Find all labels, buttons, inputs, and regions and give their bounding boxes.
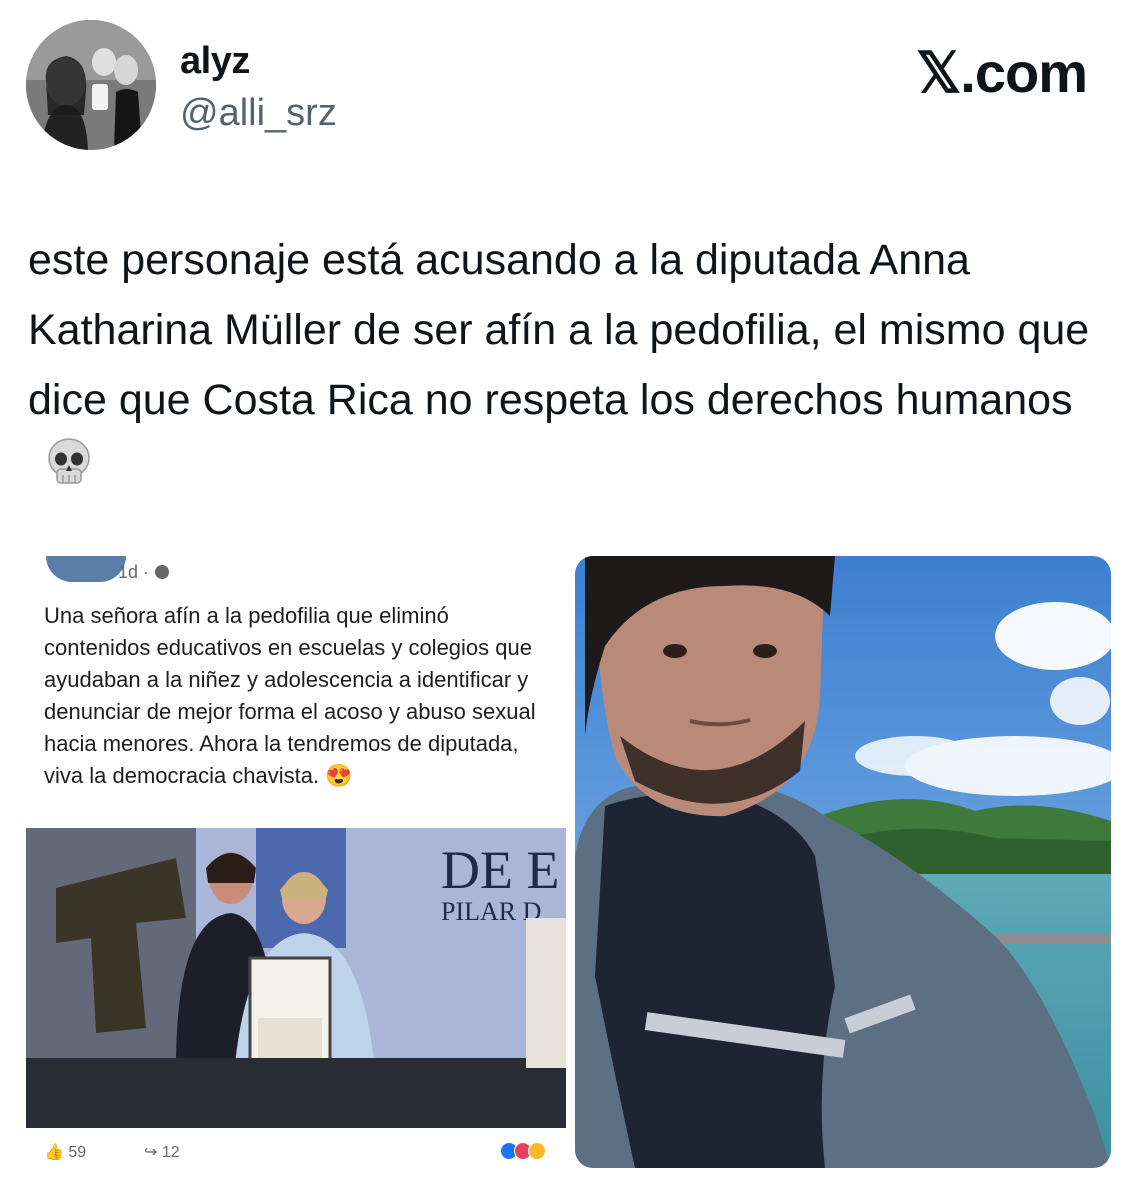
tweet-body: este personaje está acusando a la diputa… [28, 236, 1090, 424]
reactions-icon [500, 1142, 546, 1165]
selfie-photo[interactable] [575, 556, 1111, 1168]
share-button[interactable]: ↪ 12 [144, 1142, 180, 1162]
post-body-text: Una señora afín a la pedofilia que elimi… [44, 603, 536, 788]
user-handle[interactable]: @alli_srz [180, 92, 337, 135]
tweet-text: este personaje está acusando a la diputa… [28, 225, 1118, 510]
embedded-post-screenshot[interactable]: 1d · Una señora afín a la pedofilia que … [26, 556, 566, 1168]
profile-avatar[interactable] [26, 20, 156, 150]
photo-sign-text: DE E [441, 840, 559, 900]
globe-icon [155, 565, 170, 579]
like-button[interactable]: 👍 59 [44, 1142, 86, 1162]
post-author-avatar [46, 556, 126, 582]
post-photo: DE E PILAR D [26, 828, 566, 1128]
display-name[interactable]: alyz [180, 40, 250, 83]
x-logo: 𝕏.com [916, 41, 1088, 104]
post-timestamp: 1d · [118, 562, 170, 583]
skull-emoji-icon [42, 435, 96, 510]
post-action-bar: 👍 59 ↪ 12 [26, 1140, 566, 1168]
